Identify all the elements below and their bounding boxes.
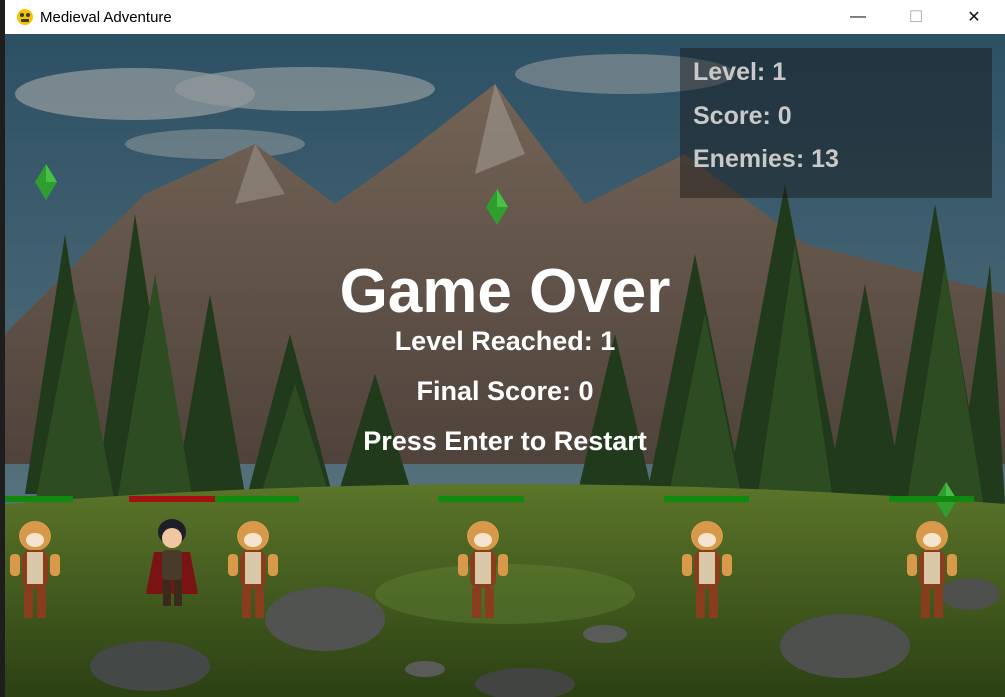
enemy-health-bar <box>664 496 749 502</box>
maximize-button[interactable]: ☐ <box>887 0 945 34</box>
player-health-bar <box>129 496 215 502</box>
tiger-warrior-enemy <box>228 521 278 618</box>
close-icon: ✕ <box>967 9 981 26</box>
level-reached-text: Level Reached: 1 <box>394 326 616 356</box>
tiger-warrior-enemy <box>682 521 732 618</box>
close-button[interactable]: ✕ <box>945 0 1003 34</box>
hud-level: Level: 1 <box>693 58 787 86</box>
enemy-health-bar <box>438 496 524 502</box>
enemy-health-bar <box>889 496 974 502</box>
game-window: Medieval Adventure — ☐ ✕ Level: 1 Score:… <box>5 0 1005 697</box>
window-title: Medieval Adventure <box>40 9 172 26</box>
maximize-icon: ☐ <box>908 9 924 26</box>
restart-prompt: Press Enter to Restart <box>363 426 647 456</box>
enemy-health-bar <box>5 496 73 502</box>
tiger-warrior-enemy <box>10 521 60 618</box>
app-icon <box>17 9 33 25</box>
final-score-text: Final Score: 0 <box>416 376 594 406</box>
title-bar: Medieval Adventure — ☐ ✕ <box>5 0 1005 34</box>
green-gem-icon <box>35 164 57 200</box>
minimize-icon: — <box>850 8 866 25</box>
game-canvas[interactable]: Level: 1 Score: 0 Enemies: 13 Game Over … <box>5 34 1005 697</box>
game-over-title: Game Over <box>339 257 671 326</box>
player-hero <box>146 519 198 606</box>
hud-enemies: Enemies: 13 <box>693 145 839 173</box>
green-gem-icon <box>486 189 508 225</box>
enemy-health-bar <box>215 496 299 502</box>
minimize-button[interactable]: — <box>829 0 887 34</box>
tiger-warrior-enemy <box>907 521 957 618</box>
tiger-warrior-enemy <box>458 521 508 618</box>
hud-score: Score: 0 <box>693 102 792 130</box>
hud-panel: Level: 1 Score: 0 Enemies: 13 <box>680 48 992 198</box>
